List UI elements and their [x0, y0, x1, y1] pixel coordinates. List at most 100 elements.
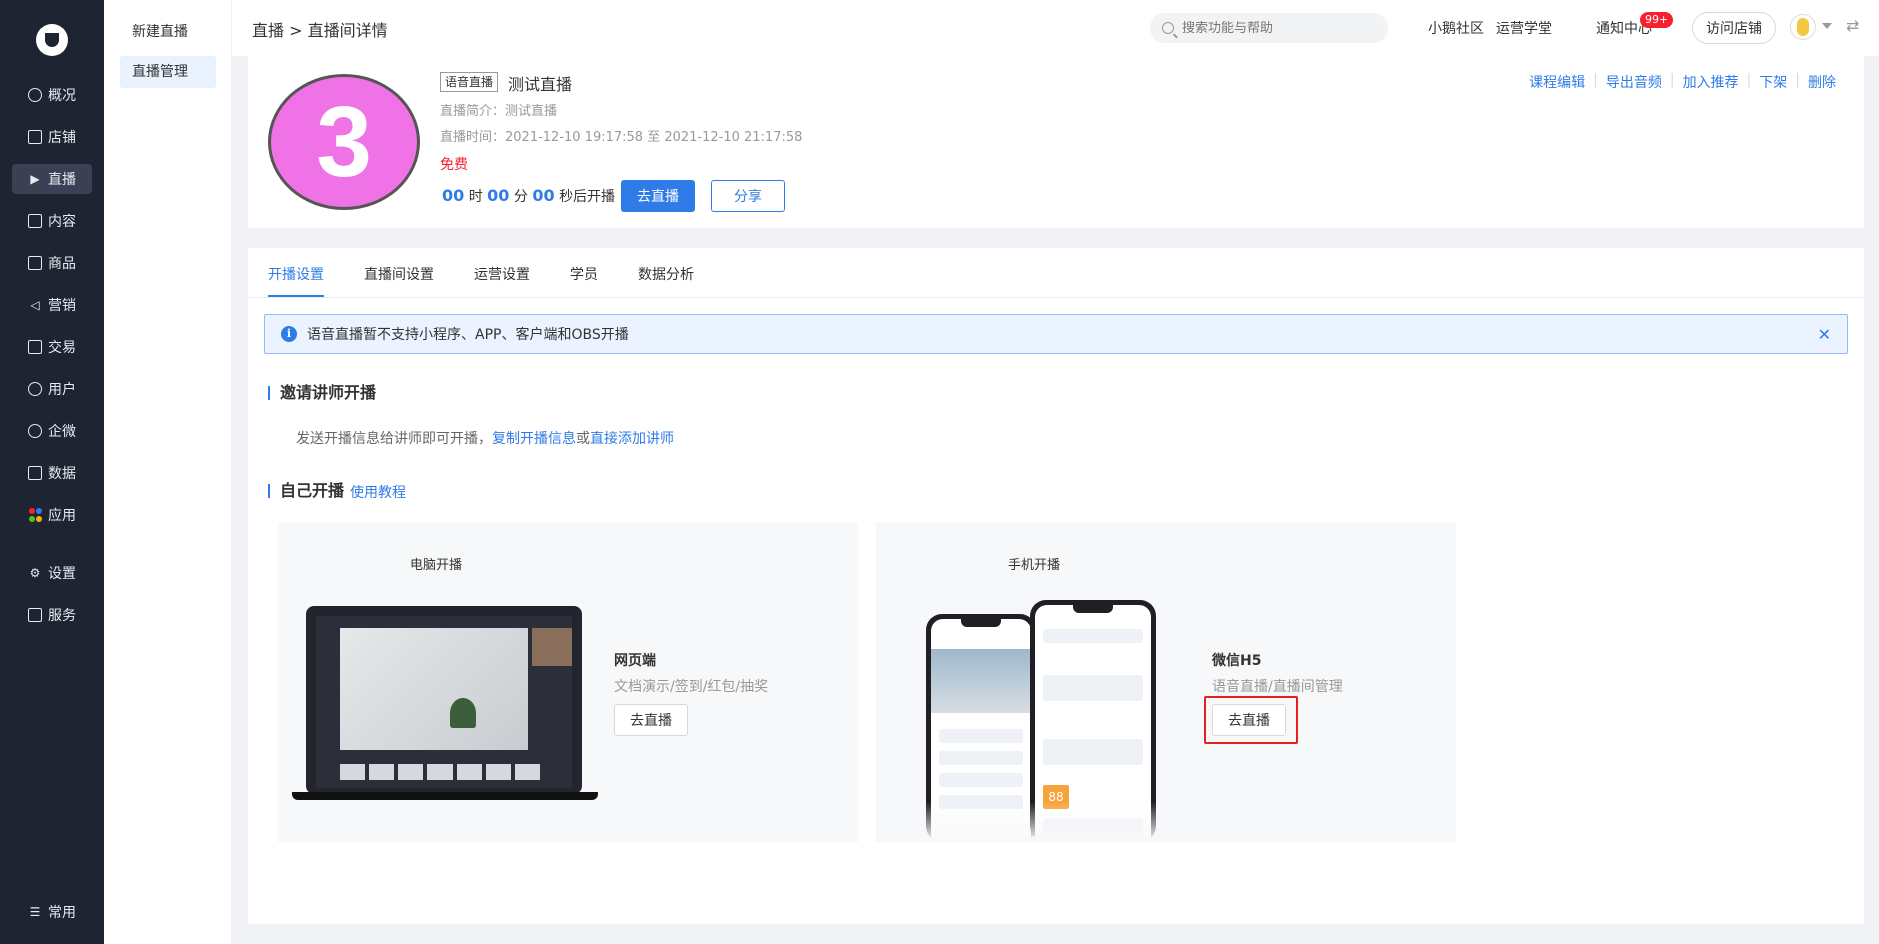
info-alert: i 语音直播暂不支持小程序、APP、客户端和OBS开播 ✕: [264, 314, 1848, 354]
visit-store-button[interactable]: 访问店铺: [1692, 12, 1776, 44]
countdown-minutes: 00: [487, 186, 510, 205]
mobile-panel-title: 手机开播: [1008, 558, 1061, 573]
countdown-minutes-unit: 分: [513, 189, 528, 205]
tab-students[interactable]: 学员: [570, 264, 598, 284]
delete-link[interactable]: 删除: [1808, 72, 1836, 92]
gear-icon: ⚙: [29, 566, 41, 580]
list-icon: ☰: [29, 905, 41, 919]
countdown-hours-unit: 时: [468, 189, 483, 205]
sub-sidebar: 新建直播 直播管理: [104, 0, 232, 944]
live-settings-card: 开播设置 直播间设置 运营设置 学员 数据分析 i 语音直播暂不支持小程序、AP…: [248, 248, 1864, 924]
live-info-card: 3 语音直播 测试直播 直播简介：测试直播 直播时间：2021-12-10 19…: [248, 56, 1864, 228]
tab-data-analysis[interactable]: 数据分析: [638, 264, 694, 284]
search-input[interactable]: [1182, 20, 1372, 36]
sidebar-item-label: 概况: [48, 88, 76, 104]
bag-icon: [28, 256, 42, 270]
sidebar-item-label: 常用: [48, 905, 76, 921]
breadcrumb: 直播 > 直播间详情: [252, 21, 388, 40]
wecom-icon: [28, 424, 42, 438]
sidebar-item-marketing[interactable]: ◁ 营销: [12, 290, 92, 320]
sidebar-item-common[interactable]: ☰ 常用: [12, 897, 92, 927]
live-title: 测试直播: [508, 75, 573, 94]
cover-number: 3: [316, 86, 372, 198]
invite-description: 发送开播信息给讲师即可开播，复制开播信息或直接添加讲师: [296, 428, 674, 448]
service-icon: [28, 608, 42, 622]
add-recommend-link[interactable]: 加入推荐: [1683, 72, 1739, 92]
live-intro: 直播简介：测试直播: [440, 104, 558, 119]
countdown: 00 时 00 分 00 秒后开播: [442, 186, 615, 206]
export-audio-link[interactable]: 导出音频: [1606, 72, 1662, 92]
chevron-down-icon[interactable]: [1822, 23, 1832, 29]
live-video-icon: ▶: [30, 172, 40, 186]
live-type-tag: 语音直播: [440, 72, 499, 92]
search-icon: [1162, 22, 1174, 34]
sidebar-item-overview[interactable]: 概况: [12, 80, 92, 110]
sidebar-item-content[interactable]: 内容: [12, 206, 92, 236]
highlight-box: [1204, 696, 1298, 744]
community-link[interactable]: 小鹅社区: [1428, 18, 1484, 38]
megaphone-icon: ◁: [30, 298, 40, 312]
mobile-live-panel: 手机开播 88 微信H5 语音直播/直播间管理 去直播: [876, 522, 1456, 842]
sidebar-item-service[interactable]: 服务: [12, 600, 92, 630]
add-lecturer-link[interactable]: 直接添加讲师: [590, 431, 674, 447]
trade-icon: [28, 340, 42, 354]
tutorial-link[interactable]: 使用教程: [350, 482, 406, 502]
tab-active-indicator: [268, 295, 324, 297]
apps-icon: [28, 508, 42, 522]
or-text: 或: [576, 431, 590, 447]
countdown-seconds: 00: [532, 186, 555, 205]
take-down-link[interactable]: 下架: [1759, 72, 1787, 92]
sidebar-item-wecom[interactable]: 企微: [12, 416, 92, 446]
switch-icon[interactable]: ⇄: [1846, 16, 1859, 35]
academy-link[interactable]: 运营学堂: [1496, 18, 1552, 38]
mobile-method-name: 微信H5: [1212, 653, 1262, 669]
live-actions: 课程编辑 | 导出音频 | 加入推荐 | 下架 | 删除: [1529, 72, 1836, 92]
close-icon[interactable]: ✕: [1818, 325, 1831, 344]
tab-operation-settings[interactable]: 运营设置: [474, 264, 530, 284]
countdown-seconds-unit: 秒后开播: [559, 189, 616, 205]
copy-info-link[interactable]: 复制开播信息: [492, 431, 576, 447]
invite-section-title: 邀请讲师开播: [268, 385, 376, 401]
go-live-button[interactable]: 去直播: [621, 180, 695, 212]
sidebar-item-settings[interactable]: ⚙ 设置: [12, 558, 92, 588]
subnav-item-new-live[interactable]: 新建直播: [120, 16, 216, 48]
search-box[interactable]: [1150, 13, 1388, 43]
avatar[interactable]: [1790, 14, 1816, 40]
sidebar-item-apps[interactable]: 应用: [12, 500, 92, 530]
self-section-title: 自己开播: [268, 483, 344, 499]
live-cover-image: 3: [268, 74, 420, 210]
sidebar-item-label: 直播: [48, 172, 76, 188]
pc-go-live-button[interactable]: 去直播: [614, 704, 688, 736]
sidebar-item-label: 营销: [48, 298, 76, 314]
notification-badge: 99+: [1640, 12, 1674, 28]
sidebar-item-label: 商品: [48, 256, 76, 272]
edit-course-link[interactable]: 课程编辑: [1529, 72, 1585, 92]
countdown-hours: 00: [442, 186, 465, 205]
sidebar-item-store[interactable]: 店铺: [12, 122, 92, 152]
sidebar-item-label: 服务: [48, 608, 76, 624]
sidebar-item-trade[interactable]: 交易: [12, 332, 92, 362]
sidebar-item-label: 内容: [48, 214, 76, 230]
user-icon: [28, 382, 42, 396]
top-header: 直播 > 直播间详情 小鹅社区 运营学堂 通知中心 99+ 访问店铺 ⇄: [232, 0, 1879, 56]
pc-panel-title: 电脑开播: [410, 558, 463, 573]
store-icon: [28, 130, 42, 144]
sidebar-item-users[interactable]: 用户: [12, 374, 92, 404]
tab-start-settings[interactable]: 开播设置: [268, 264, 324, 284]
document-icon: [28, 214, 42, 228]
share-button[interactable]: 分享: [711, 180, 785, 212]
live-price: 免费: [440, 157, 468, 173]
subnav-item-live-manage[interactable]: 直播管理: [120, 56, 216, 88]
sidebar-item-label: 设置: [48, 566, 76, 582]
sidebar-item-label: 店铺: [48, 130, 76, 146]
tab-room-settings[interactable]: 直播间设置: [364, 264, 434, 284]
pie-chart-icon: [28, 88, 42, 102]
live-time: 直播时间：2021-12-10 19:17:58 至 2021-12-10 21…: [440, 130, 803, 145]
sidebar-item-label: 企微: [48, 424, 76, 440]
sidebar-item-data[interactable]: 数据: [12, 458, 92, 488]
brand-logo-icon[interactable]: [36, 24, 68, 56]
sidebar-item-live[interactable]: ▶ 直播: [12, 164, 92, 194]
sidebar-item-goods[interactable]: 商品: [12, 248, 92, 278]
sidebar-item-label: 数据: [48, 466, 76, 482]
sidebar-item-label: 应用: [48, 508, 76, 524]
